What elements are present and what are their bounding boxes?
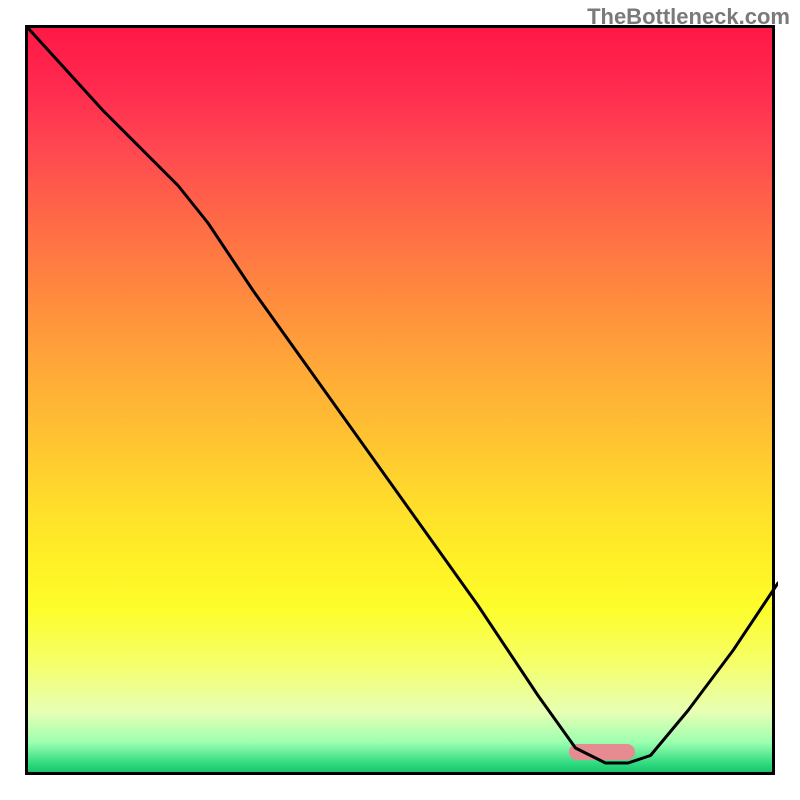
watermark-text: TheBottleneck.com	[587, 4, 790, 30]
chart-frame	[25, 25, 775, 775]
chart-background-gradient	[28, 28, 772, 772]
optimal-marker	[569, 744, 635, 760]
